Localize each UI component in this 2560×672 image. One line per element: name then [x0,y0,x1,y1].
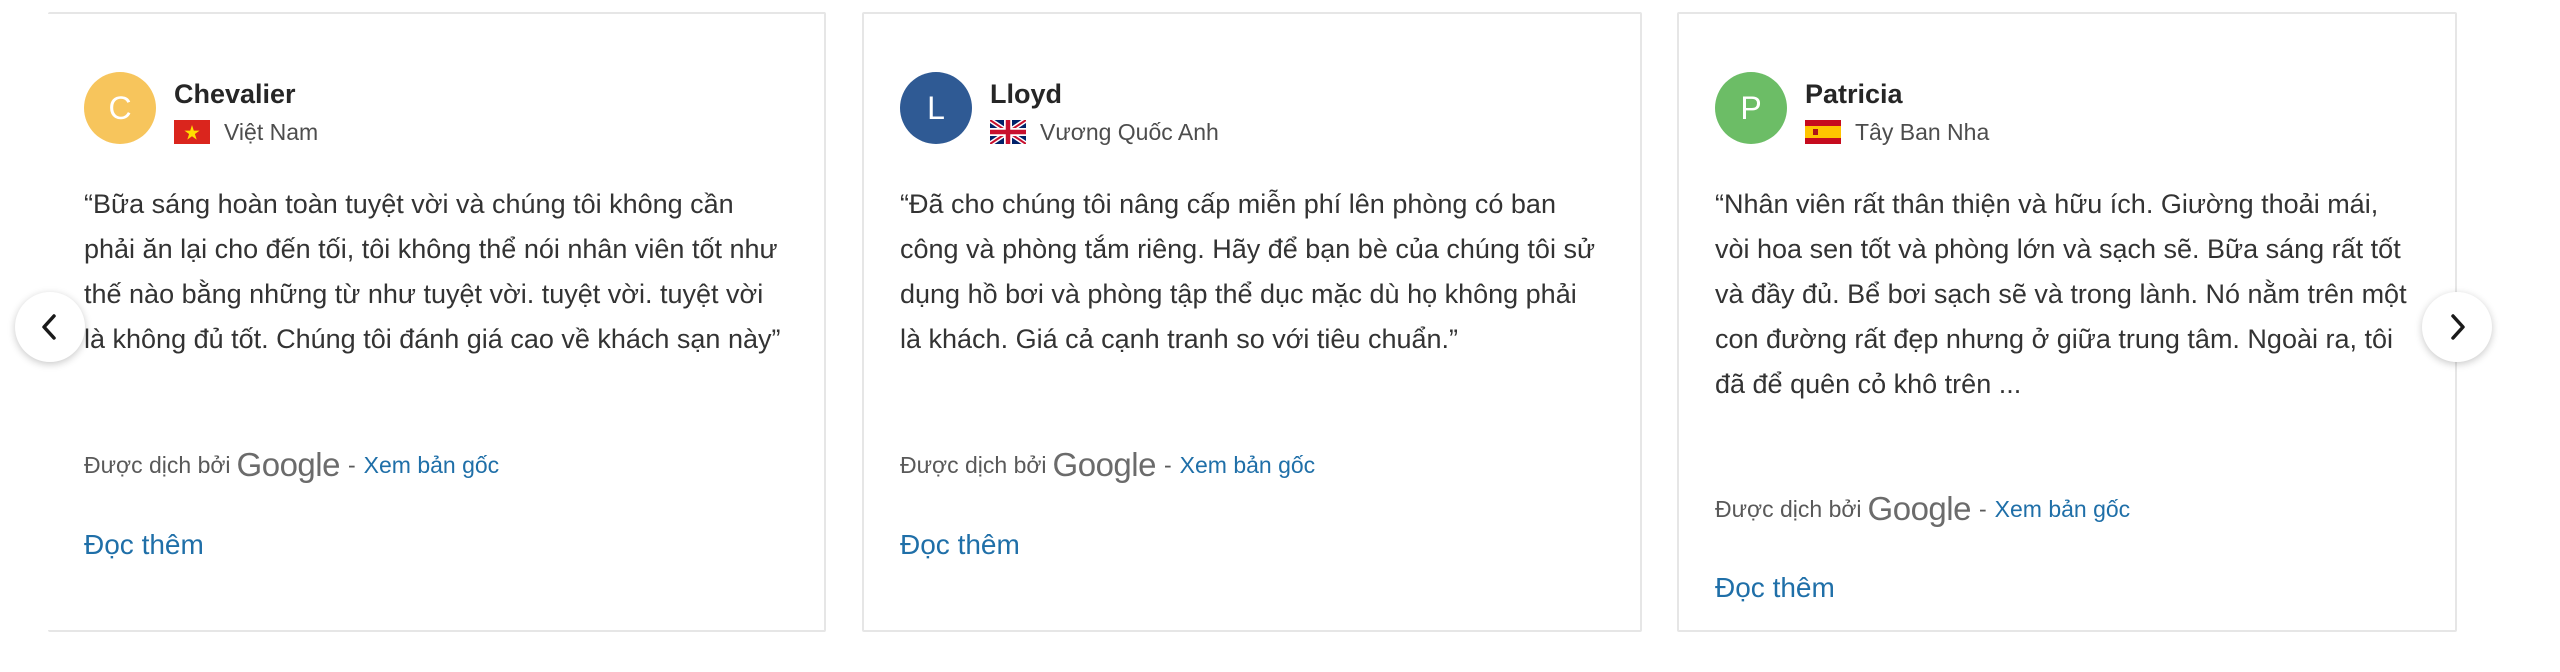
reviewer-meta: Patricia Tây Ban Nha [1805,72,1989,146]
avatar: C [84,72,156,144]
translated-by-label: Được dịch bởi [84,451,231,478]
reviewer-name: Lloyd [990,79,1062,109]
separator: - [1978,495,1987,522]
translation-note: Được dịch bởi Google - Xem bản gốc [84,446,499,484]
avatar: P [1715,72,1787,144]
review-text: “Đã cho chúng tôi nâng cấp miễn phí lên … [900,189,1596,354]
country-name: Việt Nam [224,119,319,145]
chevron-right-icon [2451,314,2465,340]
reviewer-meta: Lloyd Vương Quốc Anh [990,72,1219,146]
read-more-link[interactable]: Đọc thêm [900,529,1020,561]
view-original-link[interactable]: Xem bản gốc [1180,452,1316,479]
next-button[interactable] [2422,292,2492,362]
translation-note: Được dịch bởi Google - Xem bản gốc [900,446,1315,484]
avatar: L [900,72,972,144]
review-header: P Patricia Tây Ban Nha [1715,72,1989,146]
separator: - [1163,451,1172,478]
review-header: C Chevalier Việt Nam [84,72,318,146]
review-card: P Patricia Tây Ban Nha “Nhân viên rất th… [1677,12,2457,632]
reviews-carousel: C Chevalier Việt Nam “Bữa sáng hoàn toàn… [0,0,2560,672]
translated-by-label: Được dịch bởi [900,451,1047,478]
google-logo: Google [236,446,341,483]
reviewer-country: Việt Nam [174,118,318,146]
review-text: “Bữa sáng hoàn toàn tuyệt vời và chúng t… [84,189,781,354]
reviewer-country: Vương Quốc Anh [990,118,1219,146]
separator: - [347,451,356,478]
review-text: “Nhân viên rất thân thiện và hữu ích. Gi… [1715,189,2407,399]
reviewer-meta: Chevalier Việt Nam [174,72,318,146]
review-header: L Lloyd Vương Quốc Anh [900,72,1219,146]
country-name: Tây Ban Nha [1855,119,1990,145]
reviewer-name: Chevalier [174,79,296,109]
vietnam-flag-icon [174,120,210,144]
read-more-link[interactable]: Đọc thêm [84,529,204,561]
uk-flag-icon [990,120,1026,144]
review-card: C Chevalier Việt Nam “Bữa sáng hoàn toàn… [48,12,826,632]
review-card: L Lloyd Vương Quốc Anh “Đã cho chúng tôi… [862,12,1642,632]
reviewer-country: Tây Ban Nha [1805,118,1989,146]
reviewer-name: Patricia [1805,79,1903,109]
translated-by-label: Được dịch bởi [1715,495,1862,522]
previous-button[interactable] [15,292,85,362]
read-more-link[interactable]: Đọc thêm [1715,572,1835,604]
country-name: Vương Quốc Anh [1040,119,1219,145]
translation-note: Được dịch bởi Google - Xem bản gốc [1715,490,2130,528]
google-logo: Google [1052,446,1157,483]
view-original-link[interactable]: Xem bản gốc [1995,496,2131,523]
google-logo: Google [1867,490,1972,527]
chevron-left-icon [42,314,56,340]
view-original-link[interactable]: Xem bản gốc [364,452,500,479]
spain-flag-icon [1805,120,1841,144]
